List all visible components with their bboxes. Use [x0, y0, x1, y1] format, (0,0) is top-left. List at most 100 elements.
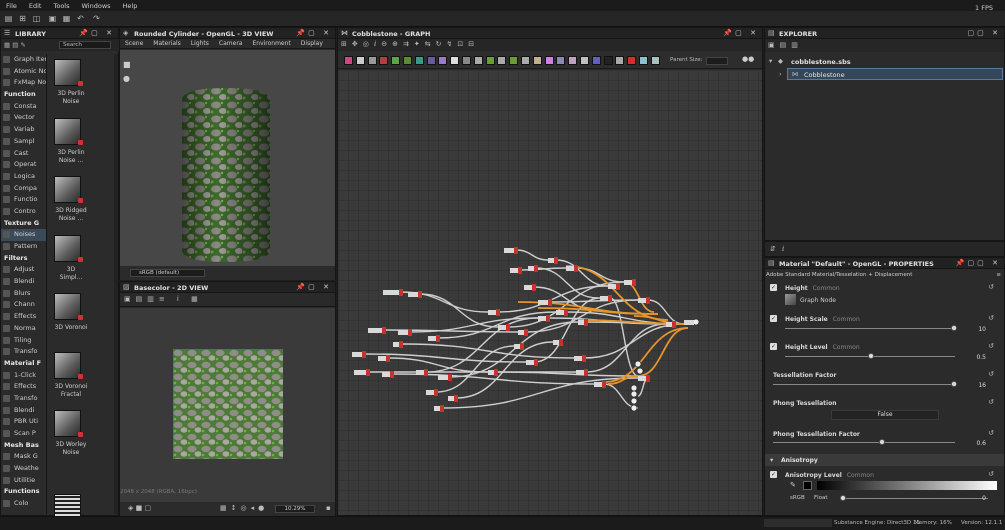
- slider-handle[interactable]: [951, 381, 957, 387]
- 3d-viewport[interactable]: ■ ● ⊥: [120, 50, 335, 280]
- graph-node[interactable]: [498, 324, 510, 331]
- save-icon[interactable]: ▣: [48, 14, 57, 23]
- atomic-node-button[interactable]: [556, 56, 566, 65]
- graph-node[interactable]: [528, 265, 538, 272]
- atomic-node-button[interactable]: [473, 56, 483, 65]
- noise-thumbnail[interactable]: [54, 351, 81, 379]
- atomic-node-button[interactable]: [355, 56, 365, 65]
- zoom-field[interactable]: 10.29%: [275, 505, 315, 513]
- menu-windows[interactable]: Windows: [76, 0, 117, 10]
- library-tool-icon[interactable]: ▦ ▤ ✎: [4, 41, 26, 49]
- slider-handle[interactable]: [879, 439, 885, 445]
- noise-thumbnail[interactable]: [54, 410, 81, 437]
- menu-help[interactable]: Help: [117, 0, 144, 10]
- graph-node[interactable]: [368, 327, 386, 334]
- atomic-node-button[interactable]: [521, 56, 530, 65]
- graph-node[interactable]: [556, 309, 568, 316]
- graph-tool-icons[interactable]: ⊞✥◎ⅈ⊖⊕⇉✦⇆↻↯⊡⊟: [341, 40, 479, 48]
- reset-icon[interactable]: ↺: [988, 314, 994, 322]
- undo-icon[interactable]: ↶: [76, 14, 85, 23]
- graph-node[interactable]: [666, 321, 676, 328]
- atomic-node-button[interactable]: [485, 56, 495, 65]
- camera-icon[interactable]: ■: [123, 60, 131, 69]
- atomic-node-button[interactable]: [426, 56, 436, 65]
- atomic-node-button[interactable]: [403, 56, 412, 65]
- phong-factor-slider[interactable]: [773, 439, 955, 445]
- graph-node[interactable]: [383, 289, 403, 296]
- phong-tessellation-toggle[interactable]: False: [831, 410, 939, 420]
- graph-node[interactable]: [438, 374, 452, 381]
- parent-size-dropdown[interactable]: [706, 57, 728, 65]
- graph-node[interactable]: [393, 341, 403, 348]
- atomic-node-button[interactable]: [532, 56, 542, 65]
- light-icon[interactable]: ●: [123, 74, 130, 83]
- color-swatch[interactable]: [803, 481, 812, 490]
- reset-icon[interactable]: ↺: [988, 398, 994, 406]
- graph-node-thumb[interactable]: [785, 294, 796, 305]
- graph-node[interactable]: [434, 405, 444, 412]
- explorer-graph-row[interactable]: › ⋈ Cobblestone: [779, 68, 1003, 80]
- height-level-checkbox[interactable]: ✓: [770, 343, 777, 350]
- tessellation-factor-slider[interactable]: [773, 381, 957, 387]
- anisotropy-level-checkbox[interactable]: ✓: [770, 471, 777, 478]
- graph-node[interactable]: [548, 257, 558, 264]
- atomic-node-button[interactable]: [544, 56, 554, 65]
- atomic-node-button[interactable]: [568, 56, 578, 65]
- graph-node[interactable]: [354, 369, 370, 376]
- graph-node[interactable]: [504, 247, 518, 254]
- output-node[interactable]: [636, 367, 644, 375]
- height-level-slider[interactable]: [785, 353, 955, 359]
- slider-handle[interactable]: [868, 353, 874, 359]
- explorer-tool-icons[interactable]: ▣▤▥: [768, 41, 803, 49]
- tessellation-factor-value[interactable]: 16: [978, 382, 986, 389]
- graph-node[interactable]: [378, 355, 390, 362]
- graph-node[interactable]: [448, 395, 458, 402]
- height-level-value[interactable]: 0.5: [976, 354, 986, 361]
- graph-node[interactable]: [408, 291, 422, 298]
- atomic-node-button[interactable]: [580, 56, 589, 65]
- slider-handle[interactable]: [951, 325, 957, 331]
- graph-node[interactable]: [488, 309, 500, 316]
- menu-materials[interactable]: Materials: [148, 39, 186, 47]
- graph-node[interactable]: [600, 295, 612, 302]
- graph-node[interactable]: [510, 267, 522, 274]
- graph-canvas[interactable]: [338, 70, 762, 515]
- graph-node[interactable]: [524, 284, 536, 291]
- view-tool-icons[interactable]: ▦↕◎◂●: [220, 504, 268, 512]
- atomic-node-button[interactable]: [615, 56, 625, 65]
- reset-icon[interactable]: ↺: [988, 370, 994, 378]
- atomic-node-button[interactable]: [639, 56, 648, 65]
- height-checkbox[interactable]: ✓: [770, 284, 777, 291]
- graph-options-icon[interactable]: ●●: [742, 55, 754, 63]
- panel-window-controls[interactable]: 📌▢ ✕: [296, 29, 332, 37]
- output-node[interactable]: [634, 360, 642, 368]
- graph-node[interactable]: [538, 315, 550, 322]
- menu-tools[interactable]: Tools: [47, 0, 75, 10]
- graph-node[interactable]: [638, 297, 650, 304]
- graph-node[interactable]: [514, 343, 524, 350]
- graph-node[interactable]: [566, 265, 578, 272]
- output-node[interactable]: [630, 384, 638, 392]
- atomic-node-button[interactable]: [367, 56, 377, 65]
- noise-thumbnail[interactable]: [54, 293, 81, 320]
- graph-node[interactable]: [352, 351, 366, 358]
- open-icon[interactable]: ◫: [32, 14, 41, 23]
- height-scale-value[interactable]: 10: [978, 326, 986, 333]
- redo-icon[interactable]: ↷: [92, 14, 101, 23]
- graph-node[interactable]: [538, 299, 552, 306]
- atomic-node-button[interactable]: [450, 56, 460, 65]
- output-node[interactable]: [684, 320, 694, 325]
- graph-node[interactable]: [576, 369, 588, 376]
- graph-node[interactable]: [578, 319, 588, 326]
- reset-icon[interactable]: ↺: [988, 429, 994, 437]
- menu-lights[interactable]: Lights: [186, 39, 214, 47]
- graph-node[interactable]: [426, 389, 438, 396]
- node-graph[interactable]: [338, 70, 762, 515]
- graph-node[interactable]: [624, 279, 636, 286]
- menu-icon[interactable]: ≡: [996, 272, 1001, 278]
- atomic-node-button[interactable]: [509, 56, 519, 65]
- atomic-node-button[interactable]: [462, 56, 471, 65]
- atomic-node-button[interactable]: [603, 56, 613, 65]
- property-tool-icons[interactable]: ⇵ⅈ: [770, 245, 790, 253]
- panel-window-controls[interactable]: 📌▢ ✕: [723, 29, 759, 37]
